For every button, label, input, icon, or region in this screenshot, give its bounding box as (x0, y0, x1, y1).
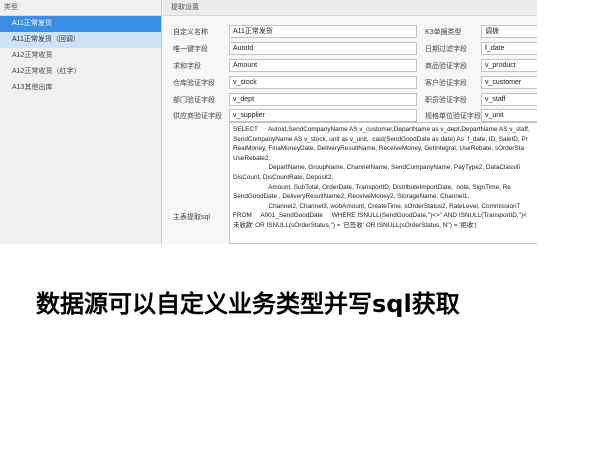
caption-text: 数据源可以自定义业务类型并写sql获取 (36, 290, 460, 318)
stock-check-label: 仓库验证字段 (173, 80, 215, 87)
custom-name-label: 自定义名称 (173, 29, 208, 36)
type-item-a13-other-outbound[interactable]: A13其他出库 (0, 80, 161, 96)
type-list-header: 类型 (0, 0, 161, 16)
type-item-a11-normal-ship[interactable]: A11正常发货 (0, 16, 161, 32)
unit-check-field[interactable]: v_unit (481, 109, 537, 122)
dept-check-label: 部门验证字段 (173, 97, 215, 104)
supplier-check-field[interactable]: v_supplier (229, 109, 417, 122)
customer-check-field[interactable]: v_customer (481, 76, 537, 89)
customer-check-label: 客户验证字段 (425, 80, 467, 87)
type-item-a12-normal-receive-red[interactable]: A12正常收货（红字） (0, 64, 161, 80)
main-sql-textarea[interactable]: SELECT AutoId,SendCompanyName AS v_custo… (229, 122, 537, 244)
type-list-panel: 类型 A11正常发货 A11正常发货（回调） A12正常收货 A12正常收货（红… (0, 0, 162, 244)
main-sql-label: 主表提取sql (173, 214, 210, 221)
unique-key-label: 唯一键字段 (173, 46, 208, 53)
unique-key-field[interactable]: AutoId (229, 42, 417, 55)
dept-check-field[interactable]: v_dept (229, 93, 417, 106)
staff-check-label: 职员验证字段 (425, 97, 467, 104)
date-filter-field[interactable]: f_date (481, 42, 537, 55)
k3-type-field[interactable]: 调拨 (481, 25, 537, 38)
extract-settings-header: 提取设置 (163, 0, 537, 16)
unit-check-label: 规格单位验证字段 (425, 113, 481, 120)
staff-check-field[interactable]: v_staff (481, 93, 537, 106)
app-screenshot: 类型 A11正常发货 A11正常发货（回调） A12正常收货 A12正常收货（红… (0, 0, 537, 244)
extract-settings-panel: 提取设置 自定义名称 A11正常发货 K3单据类型 调拨 唯一键字段 AutoI… (163, 0, 537, 244)
k3-type-label: K3单据类型 (425, 29, 462, 36)
custom-name-field[interactable]: A11正常发货 (229, 25, 417, 38)
date-filter-label: 日期过滤字段 (425, 46, 467, 53)
sum-field-input[interactable]: Amount (229, 59, 417, 72)
type-item-a11-normal-ship-callback[interactable]: A11正常发货（回调） (0, 32, 161, 48)
stock-check-field[interactable]: v_stock (229, 76, 417, 89)
type-item-a12-normal-receive[interactable]: A12正常收货 (0, 48, 161, 64)
supplier-check-label: 供应商验证字段 (173, 113, 222, 120)
product-check-label: 商品验证字段 (425, 63, 467, 70)
sum-field-label: 求和字段 (173, 63, 201, 70)
product-check-field[interactable]: v_product (481, 59, 537, 72)
